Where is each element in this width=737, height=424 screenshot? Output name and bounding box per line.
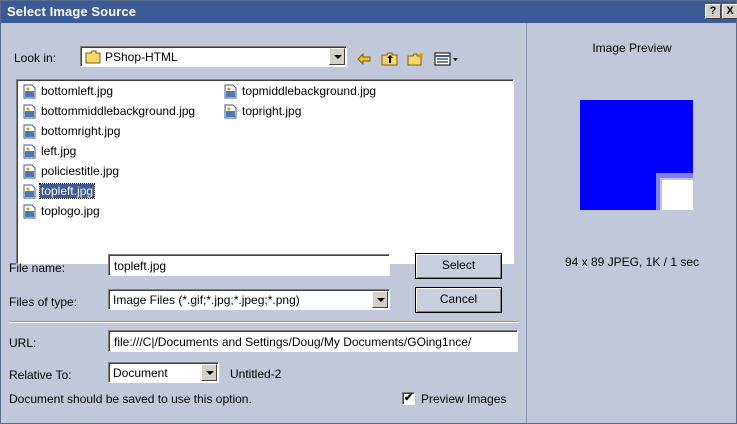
select-image-source-dialog: Select Image Source ? X Look in: PShop-H… <box>0 0 737 424</box>
relative-to-dropdown[interactable]: Document <box>108 362 219 383</box>
list-item[interactable]: topmiddlebackground.jpg <box>223 82 377 100</box>
image-preview-panel: Image Preview 94 x 89 JPEG, 1K / 1 sec <box>526 23 736 423</box>
preview-image <box>580 100 693 210</box>
list-item[interactable]: bottomleft.jpg <box>22 82 114 100</box>
file-name-text: topright.jpg <box>242 104 302 118</box>
help-button[interactable]: ? <box>705 4 721 19</box>
look-in-value: PShop-HTML <box>105 50 178 64</box>
file-name-text: topmiddlebackground.jpg <box>242 84 377 98</box>
view-menu-icon[interactable] <box>433 51 461 69</box>
title-bar[interactable]: Select Image Source ? X <box>1 1 737 23</box>
image-file-icon <box>22 124 37 139</box>
preview-images-checkbox[interactable]: ✔ <box>402 392 415 405</box>
folder-icon <box>85 50 101 67</box>
file-list[interactable]: bottomleft.jpg bottommiddlebackground.jp… <box>16 79 514 264</box>
list-item[interactable]: toplogo.jpg <box>22 202 101 220</box>
list-item[interactable]: topright.jpg <box>223 102 302 120</box>
image-file-icon <box>22 184 37 199</box>
file-name-text: bottomleft.jpg <box>41 84 114 98</box>
select-button[interactable]: Select <box>415 253 502 279</box>
image-file-icon <box>22 164 37 179</box>
dialog-title: Select Image Source <box>7 4 137 19</box>
look-in-dropdown[interactable]: PShop-HTML <box>80 46 347 67</box>
files-of-type-label: Files of type: <box>9 295 78 309</box>
document-name: Untitled-2 <box>230 367 282 381</box>
save-note-text: Document should be saved to use this opt… <box>9 392 252 406</box>
list-item[interactable]: left.jpg <box>22 142 77 160</box>
list-item[interactable]: bottomright.jpg <box>22 122 121 140</box>
image-file-icon <box>223 84 238 99</box>
image-file-icon <box>22 104 37 119</box>
new-folder-icon[interactable] <box>406 51 426 69</box>
files-of-type-dropdown[interactable]: Image Files (*.gif;*.jpg;*.jpeg;*.png) <box>108 289 390 310</box>
file-browser-panel: Look in: PShop-HTML bottomleft.jpg botto… <box>1 23 526 423</box>
file-name-text: bottomright.jpg <box>41 124 121 138</box>
file-name-text: topleft.jpg <box>38 183 96 199</box>
preview-images-label: Preview Images <box>421 392 507 406</box>
file-name-text: policiestitle.jpg <box>41 164 120 178</box>
look-in-label: Look in: <box>14 51 57 65</box>
separator <box>9 321 519 323</box>
close-button[interactable]: X <box>722 4 737 19</box>
file-name-value: topleft.jpg <box>114 259 167 273</box>
file-name-text: left.jpg <box>41 144 77 158</box>
back-arrow-icon[interactable] <box>355 51 373 69</box>
file-name-label: File name: <box>9 261 66 275</box>
image-file-icon <box>22 84 37 99</box>
file-name-text: bottommiddlebackground.jpg <box>41 104 196 118</box>
preview-title: Image Preview <box>592 41 672 55</box>
relative-to-dropdown-button[interactable] <box>201 364 217 381</box>
url-input[interactable]: file:///C|/Documents and Settings/Doug/M… <box>108 330 518 352</box>
url-label: URL: <box>9 336 37 350</box>
list-item[interactable]: policiestitle.jpg <box>22 162 120 180</box>
look-in-dropdown-button[interactable] <box>329 48 345 65</box>
image-file-icon <box>22 204 37 219</box>
file-name-input[interactable]: topleft.jpg <box>108 254 390 276</box>
cancel-button[interactable]: Cancel <box>415 287 502 313</box>
list-item-selected[interactable]: topleft.jpg <box>22 182 96 200</box>
image-file-icon <box>22 144 37 159</box>
list-item[interactable]: bottommiddlebackground.jpg <box>22 102 196 120</box>
relative-to-value: Document <box>113 366 168 380</box>
up-folder-icon[interactable] <box>380 51 400 69</box>
preview-info: 94 x 89 JPEG, 1K / 1 sec <box>564 255 700 269</box>
files-of-type-value: Image Files (*.gif;*.jpg;*.jpeg;*.png) <box>113 293 300 307</box>
image-file-icon <box>223 104 238 119</box>
file-name-text: toplogo.jpg <box>41 204 100 218</box>
url-value: file:///C|/Documents and Settings/Doug/M… <box>114 335 472 349</box>
relative-to-label: Relative To: <box>9 368 72 382</box>
files-of-type-dropdown-button[interactable] <box>372 291 388 308</box>
